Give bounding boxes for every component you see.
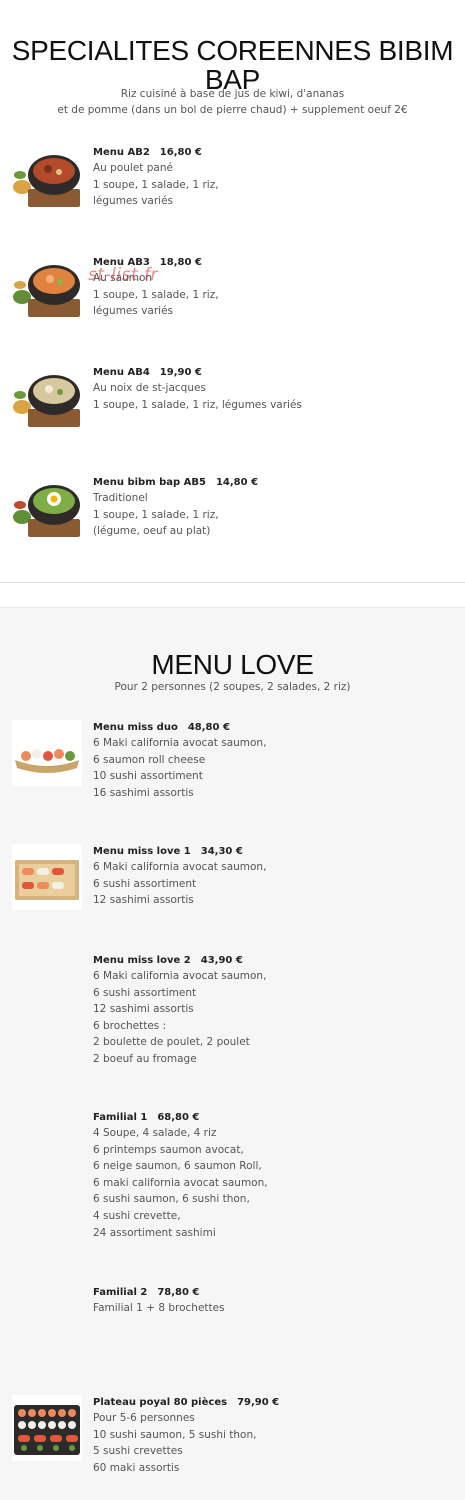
item-description-line: Au noix de st-jacques bbox=[93, 382, 206, 394]
item-description-line: 6 sushi saumon, 6 sushi thon, bbox=[93, 1193, 250, 1206]
item-description-line: 6 saumon roll cheese bbox=[93, 753, 206, 766]
watermark-text: st-list.fr bbox=[88, 265, 159, 285]
miss-duo-photo bbox=[12, 720, 82, 786]
item-description-line: 1 soupe, 1 salade, 1 riz, bbox=[93, 288, 219, 301]
item-name: Menu miss duo bbox=[93, 722, 178, 733]
item-description-line: 6 sushi assortiment bbox=[93, 877, 197, 890]
item-description-line: 12 sashimi assortis bbox=[93, 1003, 194, 1016]
menu-item-ab4: Menu AB4 19,90 € Au noix de st-jacques 1 … bbox=[93, 365, 458, 413]
item-description-line: (légume, oeuf au plat) bbox=[93, 525, 211, 538]
item-name: Plateau poyal 80 pièces bbox=[93, 1397, 228, 1408]
item-description-line: légumes variés bbox=[93, 195, 174, 208]
item-description-line: 6 neige saumon, 6 saumon Roll, bbox=[93, 1160, 262, 1173]
menu-item-familial-2: Familial 2 78,80 € Familial 1 + 8 brochet… bbox=[93, 1285, 458, 1317]
item-description-line: 6 Maki california avocat saumon, bbox=[93, 737, 267, 749]
item-description-line: 10 sushi saumon, 5 sushi thon, bbox=[93, 1428, 257, 1441]
menu-item-familial-1: Familial 1 68,80 € 4 Soupe, 4 salade, 4 r… bbox=[93, 1110, 458, 1241]
item-price: 79,90 € bbox=[237, 1397, 280, 1408]
item-name: Familial 1 bbox=[93, 1112, 148, 1123]
menu-item-miss-love-1: Menu miss love 1 34,30 € 6 Maki californi… bbox=[93, 844, 458, 909]
item-description-line: 12 sashimi assortis bbox=[93, 894, 194, 907]
item-name: Familial 2 bbox=[93, 1287, 148, 1298]
bibimbap-ab4-photo bbox=[13, 375, 80, 427]
item-price: 43,90 € bbox=[200, 955, 243, 966]
item-description-line: 5 sushi crevettes bbox=[93, 1445, 183, 1458]
item-price: 19,90 € bbox=[159, 367, 202, 378]
item-description-line: 6 Maki california avocat saumon, bbox=[93, 861, 267, 873]
item-name: Menu miss love 1 bbox=[93, 846, 191, 857]
miss-love-1-photo bbox=[12, 844, 82, 910]
item-price: 16,80 € bbox=[159, 147, 202, 158]
section-subtitle-menu-love: Pour 2 personnes (2 soupes, 2 salades, 2… bbox=[114, 681, 351, 693]
item-description-line: 4 sushi crevette, bbox=[93, 1209, 181, 1222]
item-description-line: 2 boeuf au fromage bbox=[93, 1052, 197, 1065]
item-name: Menu bibm bap AB5 bbox=[93, 477, 206, 488]
item-description-line: 6 Maki california avocat saumon, bbox=[93, 970, 267, 982]
item-price: 18,80 € bbox=[159, 257, 202, 268]
item-description-line: 16 sashimi assortis bbox=[93, 786, 194, 799]
item-description-line: 2 boulette de poulet, 2 poulet bbox=[93, 1036, 250, 1049]
item-price: 34,30 € bbox=[200, 846, 243, 857]
section-subtitle-line2: et de pomme (dans un bol de pierre chaud… bbox=[57, 104, 408, 116]
item-price: 68,80 € bbox=[157, 1112, 200, 1123]
menu-item-miss-love-2: Menu miss love 2 43,90 € 6 Maki californi… bbox=[93, 953, 458, 1068]
item-description-line: 1 soupe, 1 salade, 1 riz, bbox=[93, 508, 219, 521]
item-price: 78,80 € bbox=[157, 1287, 200, 1298]
item-description-line: Familial 1 + 8 brochettes bbox=[93, 1302, 225, 1314]
section-subtitle-line1: Riz cuisiné à base de jus de kiwi, d'ana… bbox=[120, 88, 345, 100]
item-name: Menu AB4 bbox=[93, 367, 150, 378]
section-title-menu-love: MENU LOVE bbox=[151, 649, 314, 680]
item-description-line: 60 maki assortis bbox=[93, 1461, 180, 1474]
item-description-line: Pour 5-6 personnes bbox=[93, 1412, 195, 1424]
item-description-line: 4 Soupe, 4 salade, 4 riz bbox=[93, 1127, 217, 1139]
bibimbap-ab2-photo bbox=[13, 155, 80, 207]
item-description-line: 6 brochettes : bbox=[93, 1019, 167, 1032]
item-description-line: 6 sushi assortiment bbox=[93, 986, 197, 999]
bibimbap-ab5-photo bbox=[13, 485, 80, 537]
menu-item-ab5: Menu bibm bap AB5 14,80 € Traditionel 1 s… bbox=[93, 475, 458, 540]
bibimbap-ab3-photo bbox=[13, 265, 80, 317]
item-description-line: Traditionel bbox=[93, 492, 148, 504]
item-description-line: Au poulet pané bbox=[93, 162, 173, 174]
menu-item-ab2: Menu AB2 16,80 € Au poulet pané 1 soupe, … bbox=[93, 145, 458, 210]
item-description-line: 6 printemps saumon avocat, bbox=[93, 1143, 244, 1156]
item-price: 14,80 € bbox=[215, 477, 259, 488]
section-gap bbox=[0, 583, 465, 607]
item-description-line: 6 maki california avocat saumon, bbox=[93, 1176, 268, 1189]
item-description-line: 1 soupe, 1 salade, 1 riz, légumes variés bbox=[93, 398, 302, 411]
plateau-royal-photo bbox=[12, 1395, 82, 1461]
item-description-line: légumes variés bbox=[93, 305, 174, 318]
item-description-line: 1 soupe, 1 salade, 1 riz, bbox=[93, 178, 219, 191]
item-name: Menu AB2 bbox=[93, 147, 150, 158]
item-name: Menu miss love 2 bbox=[93, 955, 191, 966]
item-description-line: 10 sushi assortiment bbox=[93, 770, 203, 783]
menu-item-plateau-royal: Plateau poyal 80 pièces 79,90 € Pour 5-6 … bbox=[93, 1395, 458, 1476]
item-price: 48,80 € bbox=[187, 722, 230, 733]
menu-item-miss-duo: Menu miss duo 48,80 € 6 Maki california a… bbox=[93, 720, 458, 801]
item-description-line: 24 assortiment sashimi bbox=[93, 1226, 216, 1239]
